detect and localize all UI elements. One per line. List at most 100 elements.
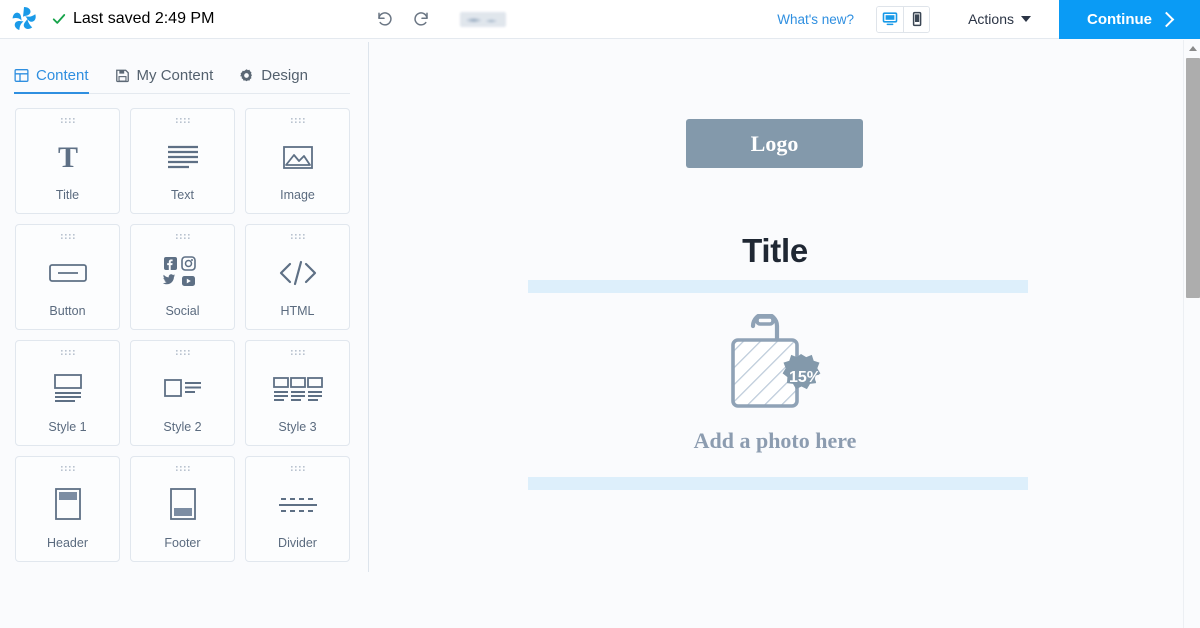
tab-content-label: Content bbox=[36, 67, 89, 84]
check-icon bbox=[52, 14, 66, 24]
tab-my-content-label: My Content bbox=[136, 67, 214, 84]
text-lines-icon bbox=[131, 125, 234, 188]
block-style-3-label: Style 3 bbox=[278, 420, 317, 434]
scroll-up-button[interactable] bbox=[1184, 40, 1200, 56]
whats-new-link[interactable]: What's new? bbox=[777, 12, 854, 27]
social-icons bbox=[131, 241, 234, 304]
header-icon bbox=[16, 473, 119, 536]
bag-badge-text: 15% bbox=[789, 369, 821, 386]
logo-placeholder-text: Logo bbox=[750, 130, 799, 156]
drag-grip-icon[interactable] bbox=[60, 466, 75, 473]
title-block[interactable]: Title bbox=[369, 232, 1181, 270]
page-scrollbar[interactable] bbox=[1183, 40, 1200, 628]
drag-grip-icon[interactable] bbox=[175, 350, 190, 357]
block-html[interactable]: HTML bbox=[245, 224, 350, 330]
logo-placeholder-block[interactable]: Logo bbox=[686, 119, 863, 168]
sidebar-tabs: Content My Content Design bbox=[0, 39, 368, 94]
block-header[interactable]: Header bbox=[15, 456, 120, 562]
save-icon bbox=[115, 69, 129, 83]
drag-grip-icon[interactable] bbox=[175, 118, 190, 125]
grid-icon bbox=[14, 69, 29, 82]
style1-icon bbox=[16, 357, 119, 420]
tab-design-label: Design bbox=[261, 67, 308, 84]
twitter-icon bbox=[162, 273, 175, 284]
block-social-label: Social bbox=[165, 304, 200, 318]
email-canvas: Logo Title 15% Add a photo here bbox=[369, 39, 1181, 628]
save-status: Last saved 2:49 PM bbox=[52, 10, 214, 28]
block-header-label: Header bbox=[47, 536, 88, 550]
scroll-up-arrow-icon bbox=[1188, 45, 1197, 51]
pinwheel-logo-icon[interactable] bbox=[8, 3, 40, 35]
block-text[interactable]: Text bbox=[130, 108, 235, 214]
block-title[interactable]: T Title bbox=[15, 108, 120, 214]
title-text: Title bbox=[742, 232, 808, 269]
gear-icon bbox=[240, 69, 253, 82]
svg-text:T: T bbox=[57, 141, 77, 174]
undo-icon[interactable] bbox=[374, 9, 394, 29]
continue-label: Continue bbox=[1087, 10, 1152, 28]
block-footer[interactable]: Footer bbox=[130, 456, 235, 562]
scroll-track[interactable] bbox=[1185, 57, 1200, 627]
redacted-button[interactable] bbox=[460, 11, 507, 27]
block-title-label: Title bbox=[55, 188, 80, 202]
photo-placeholder-block[interactable]: 15% Add a photo here bbox=[369, 314, 1181, 454]
chevron-right-icon bbox=[1158, 11, 1175, 27]
desktop-view-button[interactable] bbox=[877, 6, 904, 32]
drag-grip-icon[interactable] bbox=[60, 234, 75, 241]
view-mode-toggle bbox=[876, 5, 931, 33]
drag-grip-icon[interactable] bbox=[290, 234, 305, 241]
actions-label: Actions bbox=[968, 11, 1014, 27]
style3-icon bbox=[246, 357, 349, 420]
block-button-label: Button bbox=[49, 304, 86, 318]
block-divider-label: Divider bbox=[278, 536, 317, 550]
mobile-view-button[interactable] bbox=[903, 6, 930, 32]
drag-grip-icon[interactable] bbox=[290, 466, 305, 473]
save-status-text: Last saved 2:49 PM bbox=[73, 10, 215, 27]
top-toolbar: Last saved 2:49 PM What's new? Actions C… bbox=[0, 0, 1200, 39]
drag-grip-icon[interactable] bbox=[290, 118, 305, 125]
drag-grip-icon[interactable] bbox=[60, 350, 75, 357]
title-T-icon: T bbox=[16, 125, 119, 188]
block-style-1[interactable]: Style 1 bbox=[15, 340, 120, 446]
block-footer-label: Footer bbox=[164, 536, 201, 550]
history-controls bbox=[374, 9, 507, 29]
block-style-1-label: Style 1 bbox=[48, 420, 87, 434]
block-style-2-label: Style 2 bbox=[163, 420, 202, 434]
drag-grip-icon[interactable] bbox=[175, 234, 190, 241]
divider-icon bbox=[246, 473, 349, 536]
actions-menu-button[interactable]: Actions bbox=[968, 11, 1031, 27]
continue-button[interactable]: Continue bbox=[1059, 0, 1200, 39]
block-image[interactable]: Image bbox=[245, 108, 350, 214]
block-button[interactable]: Button bbox=[15, 224, 120, 330]
block-style-2[interactable]: Style 2 bbox=[130, 340, 235, 446]
content-blocks-grid: T Title Text Image Button Social HTML St… bbox=[0, 94, 368, 562]
tab-my-content[interactable]: My Content bbox=[115, 67, 214, 94]
button-icon bbox=[16, 241, 119, 304]
tab-design[interactable]: Design bbox=[239, 67, 308, 94]
photo-caption: Add a photo here bbox=[693, 428, 857, 453]
mobile-icon bbox=[912, 11, 921, 27]
tab-content[interactable]: Content bbox=[14, 67, 89, 94]
scroll-thumb[interactable] bbox=[1186, 58, 1200, 298]
content-sidebar: Content My Content Design T Title Text I… bbox=[0, 39, 368, 628]
drag-grip-icon[interactable] bbox=[60, 118, 75, 125]
desktop-icon bbox=[882, 12, 898, 26]
style2-icon bbox=[131, 357, 234, 420]
block-divider[interactable]: Divider bbox=[245, 456, 350, 562]
block-style-3[interactable]: Style 3 bbox=[245, 340, 350, 446]
instagram-icon bbox=[180, 255, 196, 271]
image-icon bbox=[246, 125, 349, 188]
drag-grip-icon[interactable] bbox=[290, 350, 305, 357]
chevron-down-icon bbox=[1021, 16, 1031, 22]
block-social[interactable]: Social bbox=[130, 224, 235, 330]
drag-grip-icon[interactable] bbox=[175, 466, 190, 473]
shopping-bag-icon: 15% bbox=[731, 314, 821, 408]
drop-zone-lower[interactable] bbox=[528, 477, 1028, 490]
code-icon bbox=[246, 241, 349, 304]
block-image-label: Image bbox=[280, 188, 315, 202]
redo-icon[interactable] bbox=[412, 9, 432, 29]
footer-icon bbox=[131, 473, 234, 536]
block-html-label: HTML bbox=[280, 304, 315, 318]
top-right-actions: What's new? Actions Continue bbox=[777, 0, 1200, 39]
drop-zone-upper[interactable] bbox=[528, 280, 1028, 293]
